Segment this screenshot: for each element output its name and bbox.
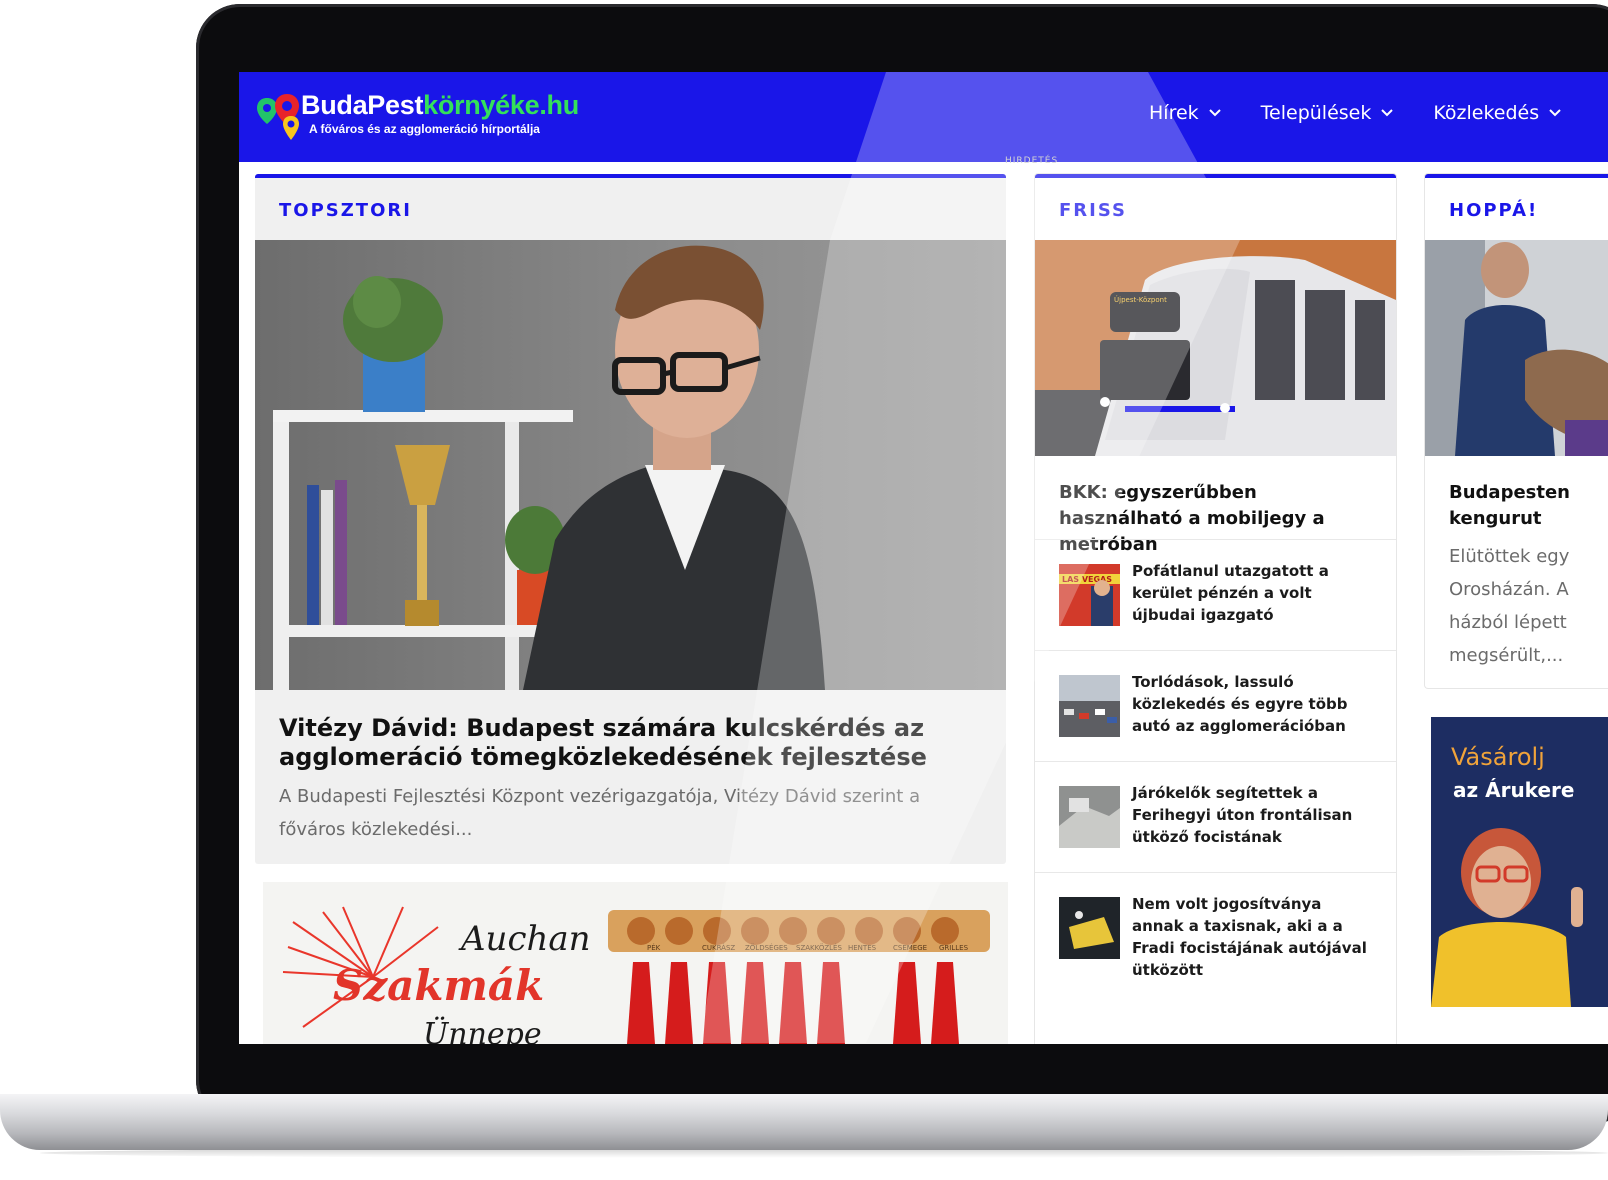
hook-label: CUKRÁSZ <box>702 943 735 952</box>
hoppa-headline[interactable]: Budapesten kengurut <box>1449 480 1570 532</box>
hoppa-image[interactable] <box>1425 240 1608 456</box>
banner-graphic: PÉK CUKRÁSZ ZÖLDSÉGES SZAKKÖZLÉS HENTES … <box>282 906 990 1044</box>
section-title: FRISS <box>1059 200 1127 221</box>
friss-card: FRISS Újpest-Központ BKK: egyszerűbben h… <box>1035 174 1396 1044</box>
nav-item-telepulesek[interactable]: Települések <box>1261 102 1394 124</box>
list-item[interactable]: Nem volt jogosítványa annak a taxisnak, … <box>1035 872 1396 984</box>
excerpt-line: Elütöttek egy <box>1449 546 1570 567</box>
main-nav: Hírek Települések Közlekedés <box>1149 102 1601 124</box>
list-thumb <box>1059 786 1120 848</box>
hook-label: PÉK <box>647 943 661 952</box>
arukereso-side-ad[interactable]: Vásárolj az Árukere <box>1431 717 1608 1007</box>
chevron-down-icon <box>1549 109 1561 117</box>
train-destination-sign: Újpest-Központ <box>1114 295 1167 304</box>
list-item-title: Torlódások, lassuló közlekedés és egyre … <box>1132 673 1348 735</box>
ad-line2: az Árukere <box>1453 778 1574 802</box>
chevron-down-icon <box>1381 109 1394 117</box>
ad-line1: Vásárolj <box>1451 743 1545 771</box>
side-ad-graphic: Vásárolj az Árukere <box>1431 717 1608 1007</box>
nav-item-label: Hírek <box>1149 102 1199 124</box>
nav-item-hirek[interactable]: Hírek <box>1149 102 1221 124</box>
hook-label: SZAKKÖZLÉS <box>796 943 842 952</box>
site-logo[interactable]: BudaPestkörnyéke.hu <box>301 90 579 121</box>
topsztori-image[interactable] <box>255 240 1006 690</box>
laptop-base <box>0 1094 1608 1150</box>
hoppa-headline-line: Budapesten <box>1449 482 1570 503</box>
hook-label: ZÖLDSÉGES <box>745 943 788 952</box>
excerpt-line: Orosházán. A <box>1449 579 1569 600</box>
logo-text-main: BudaPest <box>301 90 424 120</box>
nav-item-kozlekedes[interactable]: Közlekedés <box>1433 102 1561 124</box>
friss-image[interactable]: Újpest-Központ <box>1035 240 1396 456</box>
portrait-photo <box>255 240 1006 690</box>
excerpt-line: házból lépett <box>1449 612 1567 633</box>
site-header: BudaPestkörnyéke.hu A főváros és az aggl… <box>239 72 1608 162</box>
logo-text-accent: környéke.hu <box>423 90 579 120</box>
topsztori-card: TOPSZTORI Vitézy Dávid: Budapest számára… <box>255 174 1006 864</box>
map-pin-logo-icon <box>257 94 299 140</box>
kangaroo-vet-photo <box>1425 240 1608 456</box>
list-item-title: Nem volt jogosítványa annak a taxisnak, … <box>1132 895 1367 979</box>
hoppa-excerpt: Elütöttek egy Orosházán. A házból lépett… <box>1449 540 1569 672</box>
excerpt-line: megsérült,... <box>1449 645 1564 666</box>
banner-line1: Szakmák <box>333 961 544 1010</box>
list-thumb <box>1059 675 1120 737</box>
ad-label: HIRDETÉS <box>1005 156 1059 166</box>
nav-item-label: Közlekedés <box>1433 102 1540 124</box>
hook-label: HENTES <box>848 944 877 952</box>
chevron-down-icon <box>1208 109 1221 117</box>
list-item[interactable]: Járókelők segítettek a Ferihegyi úton fr… <box>1035 761 1396 873</box>
hook-label: GRILLES <box>939 944 969 952</box>
hook-label: CSEMEGE <box>893 944 927 952</box>
section-title: HOPPÁ! <box>1449 200 1539 221</box>
list-item[interactable]: Torlódások, lassuló közlekedés és egyre … <box>1035 650 1396 762</box>
site-tagline: A főváros és az agglomeráció hírportálja <box>309 122 540 136</box>
auchan-banner-ad[interactable]: PÉK CUKRÁSZ ZÖLDSÉGES SZAKKÖZLÉS HENTES … <box>263 882 1008 1044</box>
banner-line2: Ünnepe <box>423 1016 542 1044</box>
hoppa-headline-line: kengurut <box>1449 508 1542 529</box>
list-item-title: Járókelők segítettek a Ferihegyi úton fr… <box>1132 784 1353 846</box>
list-thumb: LAS VEGAS <box>1059 564 1120 626</box>
hoppa-card: HOPPÁ! Budapesten kengurut Elütöttek egy… <box>1425 174 1608 688</box>
list-thumb <box>1059 897 1120 959</box>
topsztori-excerpt: A Budapesti Fejlesztési Központ vezériga… <box>279 786 921 840</box>
topsztori-headline[interactable]: Vitézy Dávid: Budapest számára kulcskérd… <box>279 714 979 772</box>
browser-viewport: BudaPestkörnyéke.hu A főváros és az aggl… <box>239 72 1608 1044</box>
section-title: TOPSZTORI <box>279 200 412 221</box>
banner-brand: Auchan <box>458 919 591 959</box>
metro-train-photo: Újpest-Központ <box>1035 240 1396 456</box>
list-item[interactable]: LAS VEGAS Pofátlanul utazgatott a kerüle… <box>1035 539 1396 651</box>
nav-item-label: Települések <box>1260 102 1372 124</box>
list-item-title: Pofátlanul utazgatott a kerület pénzén a… <box>1132 562 1329 624</box>
